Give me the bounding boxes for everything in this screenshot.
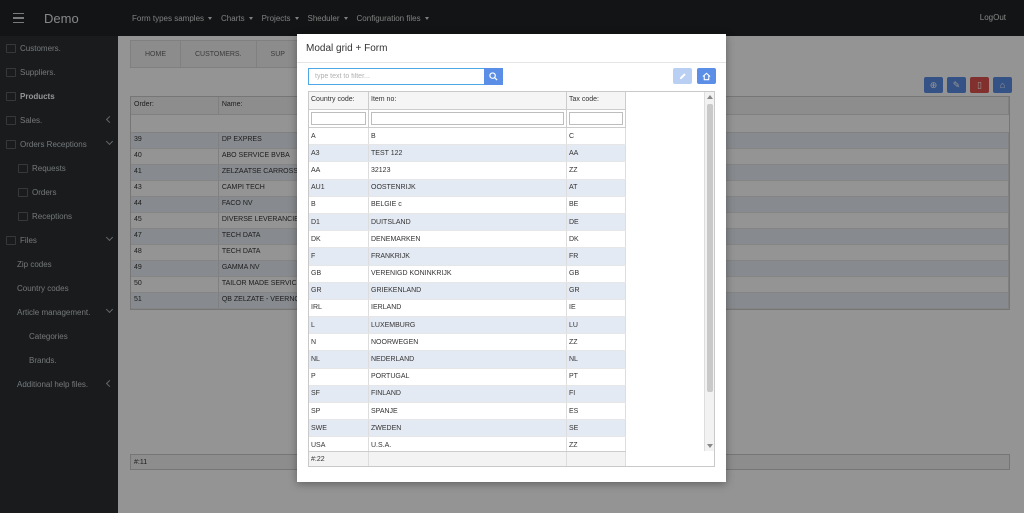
cell-tax-code: AA [567,145,626,162]
cell-item-no: PORTUGAL [369,368,567,385]
cell-item-no: FINLAND [369,385,567,402]
table-row[interactable]: AA 32123 ZZ [309,162,626,180]
cell-country-code: IRL [309,299,369,317]
cell-country-code: F [309,248,369,265]
pencil-icon [679,72,686,79]
cell-item-no: B [369,128,567,145]
cell-country-code: AU1 [309,179,369,196]
table-row[interactable]: L LUXEMBURG LU [309,317,626,335]
cell-country-code: SF [309,385,369,402]
cell-country-code: GR [309,282,369,299]
table-row[interactable]: ABC [309,128,626,146]
table-row[interactable]: SWE ZWEDEN SE [309,420,626,438]
cell-item-no: DENEMARKEN [369,231,567,248]
search-button[interactable] [484,68,503,85]
cell-tax-code: LU [567,317,626,334]
cell-item-no: 32123 [369,162,567,179]
modal-home-button[interactable] [697,68,716,84]
cell-tax-code: NL [567,351,626,368]
cell-item-no: BELGIE c [369,196,567,213]
cell-tax-code: SE [567,420,626,437]
filter-country-code-input[interactable] [311,112,366,125]
search-icon [489,72,498,81]
search-bar [308,68,503,85]
cell-item-no: NOORWEGEN [369,334,567,351]
table-row[interactable]: DK DENEMARKEN DK [309,231,626,249]
cell-tax-code: PT [567,368,626,385]
scroll-down-icon[interactable] [707,444,713,448]
cell-tax-code: ES [567,403,626,420]
cell-tax-code: ZZ [567,334,626,351]
cell-item-no: OOSTENRIJK [369,179,567,196]
table-row[interactable]: D1 DUITSLAND DE [309,213,626,232]
cell-tax-code: GB [567,265,626,282]
home-icon [702,72,711,80]
table-row[interactable]: GR GRIEKENLAND GR [309,282,626,300]
cell-tax-code: DK [567,231,626,248]
table-row[interactable]: A3 TEST 122 AA [309,145,626,163]
table-row[interactable]: NL NEDERLAND NL [309,351,626,369]
cell-item-no: TEST 122 [369,145,567,162]
cell-tax-code: IE [567,299,626,317]
grid-body: A B C A3 TEST 122 AA AA 32123 ZZ AU1 OOSTENRIJK AT B… [309,128,626,455]
table-row[interactable]: IRL IERLAND IE [309,299,626,318]
grid-scrollbar[interactable] [704,92,714,451]
grid-row-count: #:22 [309,452,369,466]
modal-title: Modal grid + Form [297,34,726,63]
cell-country-code: A [309,128,369,145]
table-row[interactable]: F FRANKRIJK FR [309,248,626,266]
cell-tax-code: C [567,128,626,145]
cell-item-no: SPANJE [369,403,567,420]
cell-tax-code: DE [567,213,626,231]
grid-filter-row [309,110,626,128]
modal-edit-button[interactable] [673,68,692,84]
cell-tax-code: FR [567,248,626,265]
table-row[interactable]: SF FINLAND FI [309,385,626,403]
cell-country-code: SP [309,403,369,420]
cell-country-code: D1 [309,213,369,231]
filter-item-no-input[interactable] [371,112,564,125]
scroll-thumb[interactable] [707,104,713,392]
cell-tax-code: ZZ [567,162,626,179]
cell-item-no: FRANKRIJK [369,248,567,265]
table-row[interactable]: N NOORWEGEN ZZ [309,334,626,352]
scroll-up-icon[interactable] [707,95,713,99]
cell-country-code: A3 [309,145,369,162]
col-item-no[interactable]: Item no: [369,92,567,109]
cell-country-code: SWE [309,420,369,437]
table-row[interactable]: SP SPANJE ES [309,403,626,421]
cell-tax-code: GR [567,282,626,299]
grid-footer: #:22 [309,451,626,466]
cell-country-code: L [309,317,369,334]
table-row[interactable]: B BELGIE c BE [309,196,626,214]
table-row[interactable]: P PORTUGAL PT [309,368,626,386]
cell-country-code: DK [309,231,369,248]
cell-country-code: B [309,196,369,213]
table-row[interactable]: AU1 OOSTENRIJK AT [309,179,626,197]
filter-tax-code-input[interactable] [569,112,623,125]
cell-country-code: NL [309,351,369,368]
cell-country-code: GB [309,265,369,282]
cell-item-no: LUXEMBURG [369,317,567,334]
cell-item-no: VERENIGD KONINKRIJK [369,265,567,282]
filter-input[interactable] [308,68,484,85]
cell-tax-code: FI [567,385,626,402]
col-tax-code[interactable]: Tax code: [567,92,626,109]
cell-item-no: GRIEKENLAND [369,282,567,299]
cell-country-code: N [309,334,369,351]
modal-grid: Country code: Item no: Tax code: A B C A3 TE… [308,91,715,467]
cell-tax-code: BE [567,196,626,213]
cell-item-no: IERLAND [369,299,567,317]
table-row[interactable]: GB VERENIGD KONINKRIJK GB [309,265,626,283]
cell-item-no: ZWEDEN [369,420,567,437]
cell-tax-code: AT [567,179,626,196]
modal-toolbar [673,68,716,84]
cell-country-code: P [309,368,369,385]
cell-item-no: NEDERLAND [369,351,567,368]
cell-country-code: AA [309,162,369,179]
col-country-code[interactable]: Country code: [309,92,369,109]
grid-header: Country code: Item no: Tax code: [309,92,626,110]
modal-dialog: Modal grid + Form Country code: Item no:… [297,34,726,482]
cell-item-no: DUITSLAND [369,213,567,231]
